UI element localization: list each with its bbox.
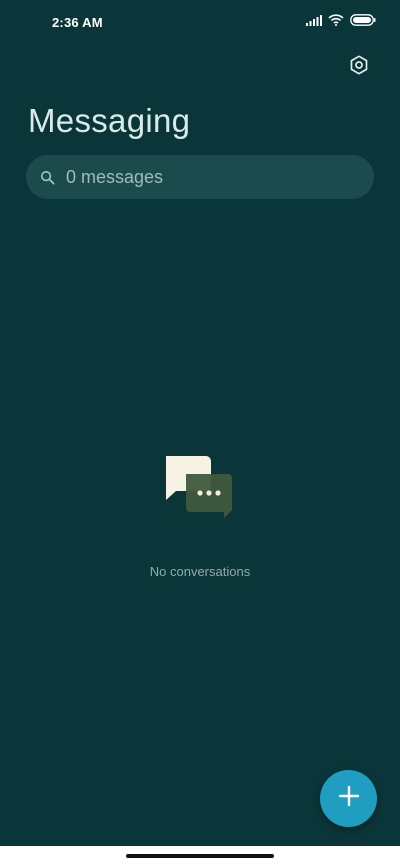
gear-icon: [348, 54, 370, 81]
search-icon: [40, 169, 56, 185]
empty-state-text: No conversations: [149, 564, 251, 579]
search-bar[interactable]: [26, 155, 374, 199]
page-title: Messaging: [28, 102, 191, 139]
battery-icon: [350, 14, 376, 26]
status-bar: 2:36 AM: [0, 0, 400, 44]
plus-icon: [338, 785, 360, 812]
wifi-icon: [328, 14, 344, 26]
home-indicator[interactable]: [126, 854, 274, 858]
new-conversation-button[interactable]: [320, 770, 377, 827]
signal-icon: [306, 14, 322, 26]
settings-button[interactable]: [344, 52, 374, 82]
status-icons: [306, 14, 376, 26]
empty-state: No conversations: [0, 452, 400, 579]
search-input[interactable]: [66, 166, 374, 188]
chat-bubbles-icon: [160, 452, 240, 524]
navigation-bar: [0, 846, 400, 866]
status-time: 2:36 AM: [52, 15, 103, 30]
